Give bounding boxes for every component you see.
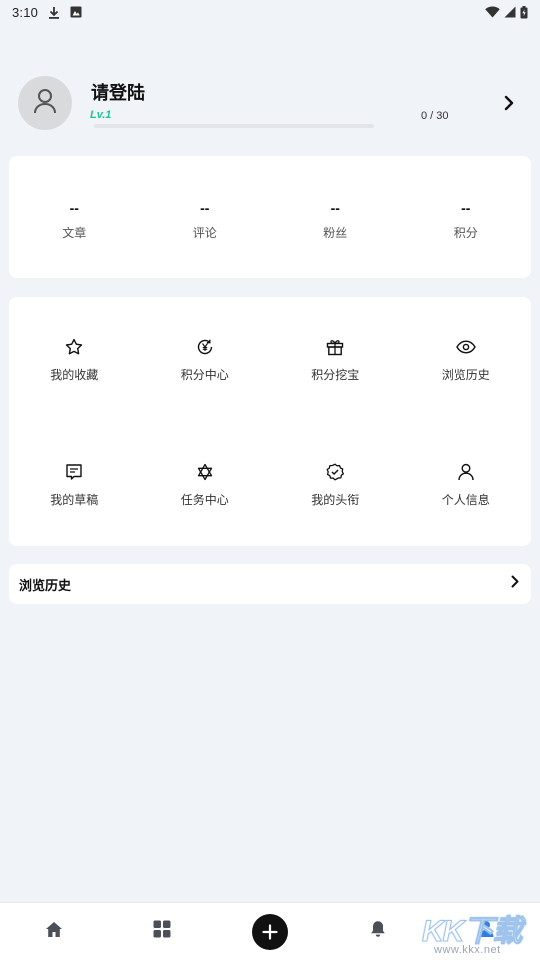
status-right <box>485 5 528 19</box>
avatar[interactable] <box>18 76 72 130</box>
signal-icon <box>504 6 516 18</box>
home-icon <box>45 921 63 943</box>
menu-item-label: 任务中心 <box>180 492 229 507</box>
menu-grid-card: 我的收藏 积分中心 积分挖宝 浏览历史 我的草稿 任务中心 我的头衔 个人信息 <box>9 297 531 546</box>
nav-home[interactable] <box>0 903 108 960</box>
add-icon <box>252 913 288 950</box>
menu-item-label: 积分挖宝 <box>311 368 360 382</box>
stat-label: 积分 <box>453 226 478 240</box>
status-bar: 3:10 <box>0 0 540 24</box>
chevron-right-icon[interactable] <box>500 93 518 113</box>
profile-icon <box>477 920 495 943</box>
login-title[interactable]: 请登陆 <box>91 79 145 105</box>
yen-refresh-icon <box>195 337 215 357</box>
wifi-icon <box>485 6 500 18</box>
menu-item-label: 个人信息 <box>441 492 490 507</box>
stat-value: -- <box>461 200 471 216</box>
level-progress-text: 0 / 30 <box>421 110 449 122</box>
menu-item-points-treasure[interactable]: 积分挖宝 <box>270 297 401 422</box>
browse-history-label: 浏览历史 <box>19 577 72 593</box>
draft-icon <box>64 462 84 482</box>
stat-label: 评论 <box>192 226 217 240</box>
stat-fans[interactable]: -- 粉丝 <box>270 156 401 278</box>
download-icon <box>48 6 60 19</box>
gift-icon <box>325 337 345 357</box>
star-of-david-icon <box>195 462 215 482</box>
chevron-right-icon <box>511 575 519 593</box>
menu-item-label: 积分中心 <box>180 368 229 382</box>
nav-add[interactable] <box>216 903 324 960</box>
stat-value: -- <box>69 200 79 216</box>
stats-card: -- 文章 -- 评论 -- 粉丝 -- 积分 <box>9 156 531 278</box>
nav-apps[interactable] <box>108 903 216 960</box>
stat-articles[interactable]: -- 文章 <box>9 156 140 278</box>
nav-profile[interactable] <box>432 903 540 960</box>
level-progress-bar <box>94 124 374 128</box>
stat-points[interactable]: -- 积分 <box>401 156 532 278</box>
person-icon <box>456 462 476 482</box>
eye-icon <box>455 337 476 357</box>
battery-icon <box>520 5 528 19</box>
browse-history-row[interactable]: 浏览历史 <box>9 564 531 604</box>
stat-value: -- <box>330 200 340 216</box>
menu-item-personal-info[interactable]: 个人信息 <box>401 422 532 547</box>
level-badge: Lv.1 <box>90 109 112 121</box>
bottom-nav <box>0 902 540 960</box>
menu-item-label: 我的草稿 <box>50 492 99 507</box>
status-left: 3:10 <box>12 5 82 20</box>
menu-item-label: 我的头衔 <box>311 492 360 507</box>
stat-label: 粉丝 <box>323 226 348 240</box>
menu-item-drafts[interactable]: 我的草稿 <box>9 422 140 547</box>
star-icon <box>64 337 84 357</box>
nav-notifications[interactable] <box>324 903 432 960</box>
stat-label: 文章 <box>62 226 87 240</box>
stat-value: -- <box>200 200 210 216</box>
menu-item-browse-history[interactable]: 浏览历史 <box>401 297 532 422</box>
menu-item-label: 我的收藏 <box>50 368 99 382</box>
stat-comments[interactable]: -- 评论 <box>140 156 271 278</box>
badge-check-icon <box>325 462 345 482</box>
menu-item-points-center[interactable]: 积分中心 <box>140 297 271 422</box>
menu-item-label: 浏览历史 <box>441 368 490 382</box>
bell-icon <box>370 920 386 943</box>
apps-icon <box>153 920 171 943</box>
profile-header[interactable]: 请登陆 Lv.1 0 / 30 <box>18 76 528 130</box>
menu-item-titles[interactable]: 我的头衔 <box>270 422 401 547</box>
user-placeholder-icon <box>33 88 57 119</box>
menu-item-favorites[interactable]: 我的收藏 <box>9 297 140 422</box>
menu-item-task-center[interactable]: 任务中心 <box>140 422 271 547</box>
image-icon <box>70 6 82 18</box>
status-time: 3:10 <box>12 4 39 20</box>
